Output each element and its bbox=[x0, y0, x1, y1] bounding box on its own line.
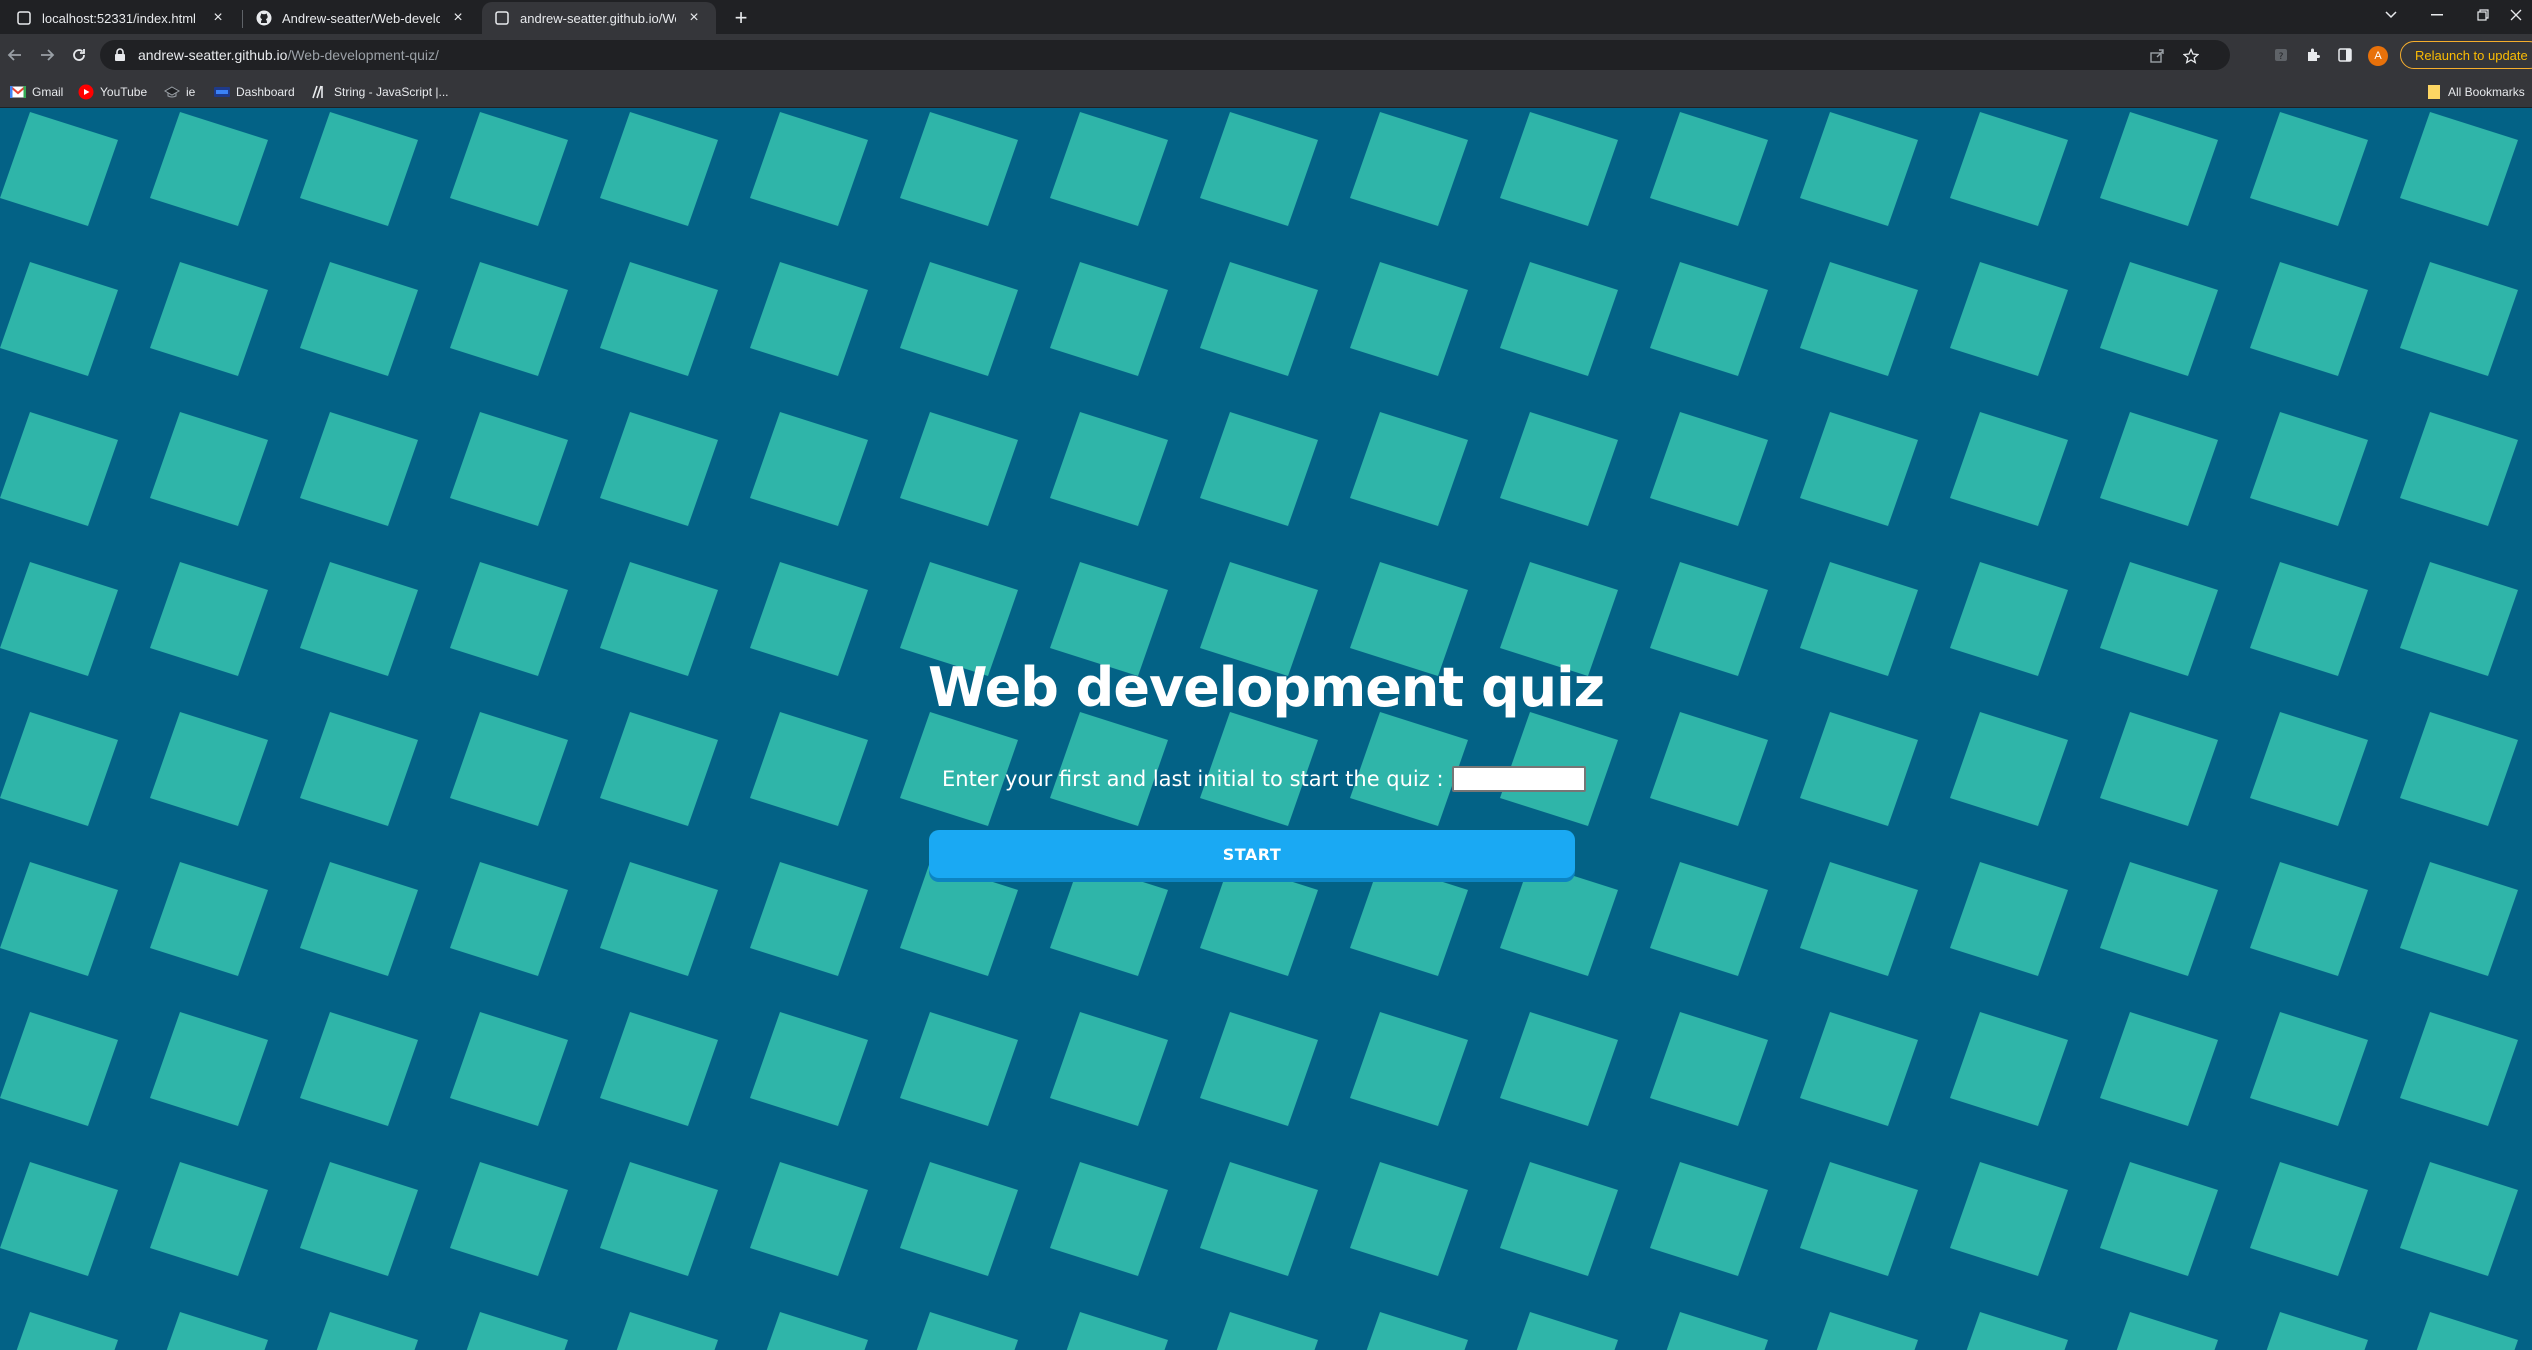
browser-toolbar: andrew-seatter.github.io/Web-development… bbox=[0, 34, 2532, 76]
url-host: andrew-seatter.github.io bbox=[138, 47, 288, 63]
page-icon bbox=[16, 10, 32, 26]
bookmark-youtube[interactable]: YouTube bbox=[78, 82, 147, 102]
relaunch-label: Relaunch to update bbox=[2415, 47, 2528, 63]
bookmark-ie[interactable]: ie bbox=[164, 82, 195, 102]
extensions-puzzle-icon[interactable] bbox=[2304, 46, 2322, 64]
back-icon[interactable] bbox=[2, 42, 28, 68]
tab-title: localhost:52331/index.html bbox=[42, 10, 196, 26]
new-tab-button[interactable]: + bbox=[728, 6, 754, 32]
github-icon bbox=[256, 10, 272, 26]
close-window-icon[interactable] bbox=[2500, 0, 2532, 30]
initials-label: Enter your first and last initial to sta… bbox=[942, 767, 1444, 791]
initials-input[interactable] bbox=[1451, 766, 1586, 792]
close-icon[interactable]: × bbox=[208, 8, 228, 28]
forward-icon[interactable] bbox=[34, 42, 60, 68]
side-panel-icon[interactable] bbox=[2336, 46, 2354, 64]
reload-icon[interactable] bbox=[66, 42, 92, 68]
url-path: /Web-development-quiz/ bbox=[287, 47, 439, 63]
tab-strip: localhost:52331/index.html × Andrew-seat… bbox=[0, 0, 2532, 34]
youtube-icon bbox=[78, 84, 94, 100]
bookmarks-bar: Gmail YouTube ie Dashboard String - Java… bbox=[0, 76, 2532, 108]
tab-title: Andrew-seatter/Web-developm bbox=[282, 10, 440, 26]
share-icon[interactable] bbox=[2148, 47, 2166, 65]
dashboard-icon bbox=[214, 84, 230, 100]
svg-text:?: ? bbox=[2279, 52, 2284, 62]
bookmark-label: String - JavaScript |... bbox=[334, 85, 449, 99]
address-bar[interactable]: andrew-seatter.github.io/Web-development… bbox=[100, 40, 2230, 70]
bookmark-gmail[interactable]: Gmail bbox=[10, 82, 63, 102]
tab-github[interactable]: Andrew-seatter/Web-developm × bbox=[244, 2, 480, 34]
all-bookmarks[interactable]: All Bookmarks bbox=[2426, 82, 2525, 102]
mdn-icon bbox=[312, 84, 328, 100]
initials-form: Enter your first and last initial to sta… bbox=[942, 764, 1586, 794]
minimize-icon[interactable] bbox=[2414, 0, 2460, 30]
bookmark-mdn[interactable]: String - JavaScript |... bbox=[312, 82, 449, 102]
profile-avatar[interactable]: A bbox=[2368, 46, 2388, 66]
tab-search-icon[interactable] bbox=[2368, 0, 2414, 30]
start-button[interactable]: START bbox=[929, 830, 1575, 878]
bookmark-label: YouTube bbox=[100, 85, 148, 99]
extension-icon[interactable]: ? bbox=[2272, 46, 2290, 64]
bookmark-label: ie bbox=[186, 85, 196, 99]
tab-quiz[interactable]: andrew-seatter.github.io/Web-d × bbox=[482, 2, 716, 34]
page-icon bbox=[494, 10, 510, 26]
gmail-icon bbox=[10, 84, 26, 100]
ie-bookmark-icon bbox=[164, 84, 180, 100]
relaunch-button[interactable]: Relaunch to update bbox=[2400, 41, 2532, 69]
tab-title: andrew-seatter.github.io/Web-d bbox=[520, 10, 676, 26]
close-icon[interactable]: × bbox=[448, 8, 468, 28]
all-bookmarks-label: All Bookmarks bbox=[2448, 85, 2525, 99]
bookmark-dashboard[interactable]: Dashboard bbox=[214, 82, 295, 102]
site-info-icon[interactable] bbox=[114, 48, 128, 62]
page-title: Web development quiz bbox=[927, 656, 1605, 719]
close-icon[interactable]: × bbox=[684, 8, 704, 28]
bookmark-star-icon[interactable] bbox=[2182, 47, 2200, 65]
tab-separator bbox=[242, 10, 243, 28]
page-viewport: Web development quiz Enter your first an… bbox=[0, 108, 2532, 1350]
bookmark-label: Dashboard bbox=[236, 85, 295, 99]
tab-localhost[interactable]: localhost:52331/index.html × bbox=[4, 2, 240, 34]
quiz-start-screen: Web development quiz Enter your first an… bbox=[0, 108, 2532, 1350]
bookmark-label: Gmail bbox=[32, 85, 64, 99]
folder-icon bbox=[2426, 84, 2442, 100]
